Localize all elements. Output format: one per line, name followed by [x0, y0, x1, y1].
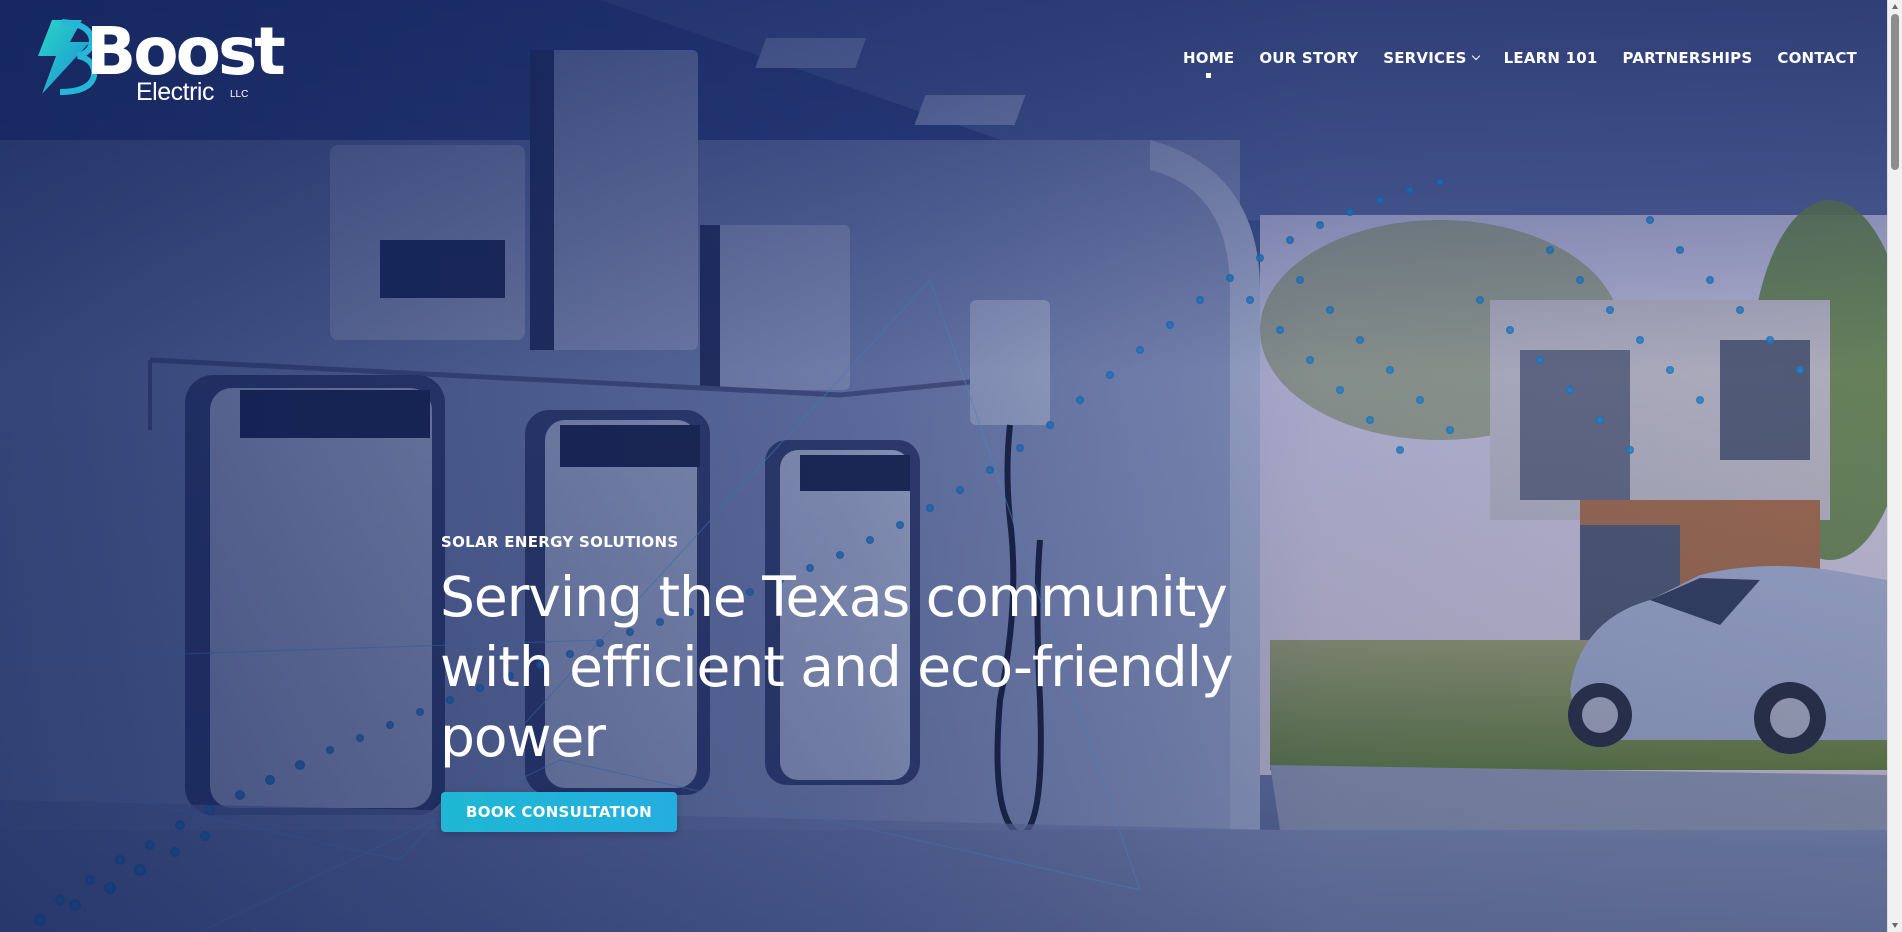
main-navigation: HOME OUR STORY SERVICES LEARN 101 PARTNE… [1183, 49, 1857, 78]
hero-headline: Serving the Texas community with efficie… [440, 562, 1240, 772]
nav-item-our-story[interactable]: OUR STORY [1259, 49, 1358, 67]
nav-item-label: OUR STORY [1259, 49, 1359, 67]
scroll-up-arrow-icon[interactable] [1892, 4, 1898, 9]
hero-section [0, 0, 1887, 932]
nav-item-contact[interactable]: CONTACT [1777, 49, 1857, 67]
hero-headline-line: Serving the Texas community [440, 565, 1228, 629]
page-scrollbar[interactable] [1887, 0, 1902, 932]
scroll-down-arrow-icon[interactable] [1892, 923, 1898, 928]
hero-background-image [0, 0, 1887, 932]
scrollbar-thumb[interactable] [1891, 14, 1899, 170]
nav-item-partnerships[interactable]: PARTNERSHIPS [1623, 49, 1753, 67]
hero-eyebrow: SOLAR ENERGY SOLUTIONS [441, 533, 679, 551]
hero-headline-line: power [440, 705, 606, 769]
nav-item-label: HOME [1183, 49, 1235, 67]
nav-item-label: PARTNERSHIPS [1622, 49, 1753, 67]
chevron-down-icon [1471, 51, 1480, 61]
nav-item-services[interactable]: SERVICES [1383, 49, 1480, 67]
brand-logo[interactable]: Boost Electric LLC [30, 16, 286, 106]
nav-item-label: CONTACT [1777, 49, 1857, 67]
brand-suffix: LLC [230, 89, 249, 100]
nav-item-learn-101[interactable]: LEARN 101 [1504, 49, 1598, 67]
nav-item-label: LEARN 101 [1503, 49, 1598, 67]
nav-item-label: SERVICES [1383, 49, 1467, 67]
book-consultation-button[interactable]: BOOK CONSULTATION [441, 792, 677, 832]
brand-subtitle: Electric [136, 78, 214, 106]
nav-item-home[interactable]: HOME [1183, 49, 1235, 78]
hero-headline-line: with efficient and eco-friendly [440, 635, 1234, 699]
